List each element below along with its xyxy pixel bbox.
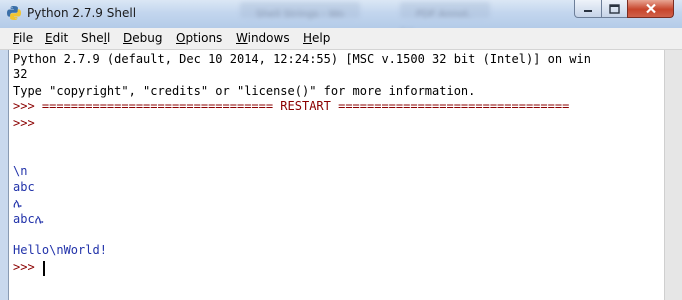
- menu-debug[interactable]: Debug: [123, 31, 162, 45]
- menu-shell[interactable]: Shell: [81, 31, 110, 45]
- shell-prompt: >>>: [13, 260, 35, 274]
- background-tab-blur: Shell Strings - Wo: [240, 2, 360, 20]
- minimize-icon: [584, 9, 592, 12]
- shell-line: abcሌ: [13, 212, 44, 226]
- shell-text-area[interactable]: Python 2.7.9 (default, Dec 10 2014, 12:2…: [8, 50, 682, 300]
- menu-options[interactable]: Options: [176, 31, 222, 45]
- title-bar[interactable]: Shell Strings - Wo PDF Annot. Ed. Python…: [0, 0, 682, 39]
- text-cursor: [43, 261, 45, 276]
- menu-windows[interactable]: Windows: [236, 31, 290, 45]
- shell-line: \n: [13, 164, 28, 178]
- menu-file[interactable]: File: [13, 31, 33, 45]
- shell-line: 32: [13, 67, 28, 81]
- python-icon[interactable]: [6, 5, 22, 21]
- shell-line: >>>: [13, 116, 35, 130]
- shell-line: >>> ================================ RES…: [13, 99, 570, 113]
- shell-line: abc: [13, 180, 35, 194]
- close-button[interactable]: [627, 0, 674, 18]
- menu-edit[interactable]: Edit: [45, 31, 68, 45]
- shell-line: ሌ: [13, 196, 22, 210]
- maximize-button[interactable]: [601, 0, 628, 18]
- close-icon: [645, 3, 656, 14]
- minimize-button[interactable]: [574, 0, 602, 18]
- menu-help[interactable]: Help: [303, 31, 330, 45]
- shell-line: Type "copyright", "credits" or "license(…: [13, 84, 476, 98]
- window-title: Python 2.7.9 Shell: [27, 6, 137, 20]
- maximize-icon: [609, 3, 620, 14]
- vertical-scrollbar[interactable]: [664, 50, 682, 300]
- background-tab-blur: PDF Annot. Ed.: [400, 2, 490, 39]
- shell-line: Python 2.7.9 (default, Dec 10 2014, 12:2…: [13, 52, 591, 66]
- shell-line: Hello\nWorld!: [13, 243, 107, 257]
- idle-shell-window: Shell Strings - Wo PDF Annot. Ed. Python…: [0, 0, 682, 300]
- menu-bar: File Edit Shell Debug Options Windows He…: [0, 28, 682, 50]
